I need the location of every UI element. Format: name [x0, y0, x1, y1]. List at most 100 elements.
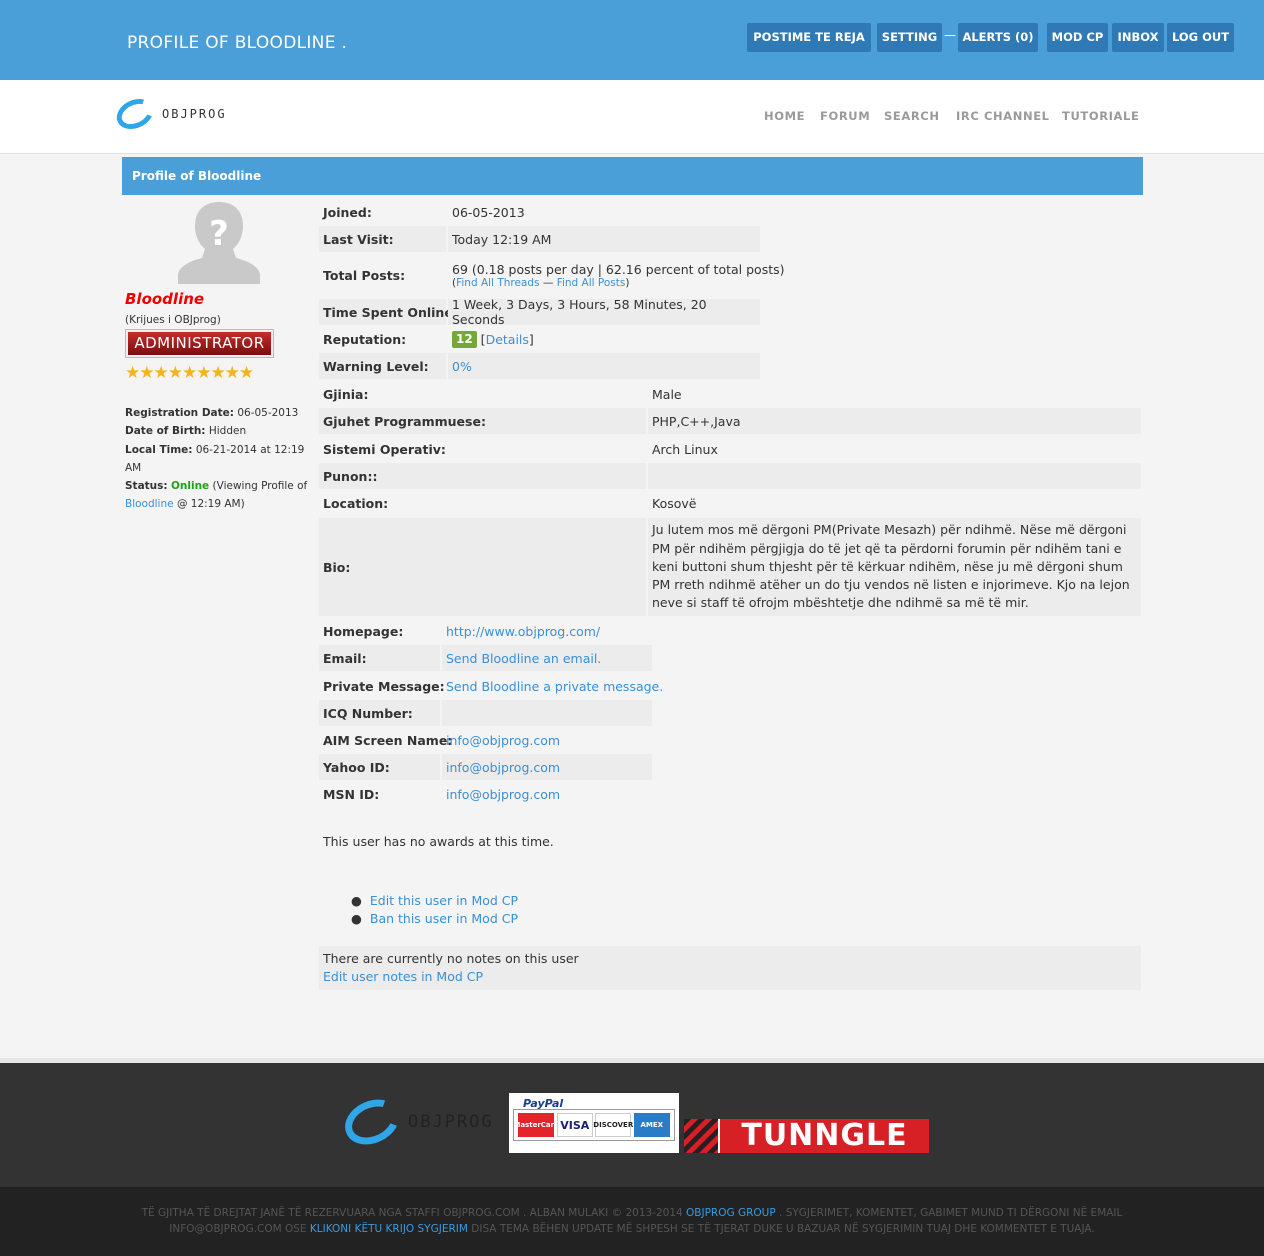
nav-irc-channel[interactable]: IRC CHANNEL: [956, 109, 1050, 123]
localtime-label: Local Time:: [125, 443, 193, 456]
group-badge-label: ADMINISTRATOR: [128, 332, 271, 355]
edit-user-modcp-link[interactable]: Edit this user in Mod CP: [370, 893, 518, 908]
stat-row-reputation: Reputation: 12 [Details]: [319, 326, 760, 352]
contact-value: [442, 700, 652, 726]
contact-row-aim: AIM Screen Name: info@objprog.com: [319, 727, 652, 753]
find-threads-link[interactable]: Find All Threads: [456, 277, 539, 289]
yahoo-link[interactable]: info@objprog.com: [446, 760, 560, 775]
notes-text: There are currently no notes on this use…: [323, 951, 579, 966]
field-row-languages: Gjuhet Programmuese: PHP,C++,Java: [319, 408, 1141, 434]
status-user-link[interactable]: Bloodline: [125, 498, 174, 510]
registration-value: 06-05-2013: [237, 407, 299, 419]
group-badge: ADMINISTRATOR: [125, 329, 274, 358]
reputation-details-link[interactable]: Details: [486, 332, 529, 347]
nav-home[interactable]: HOME: [764, 109, 805, 123]
status-activity: (Viewing Profile of: [212, 480, 308, 493]
aim-link[interactable]: info@objprog.com: [446, 733, 560, 748]
status-time: @ 12:19 AM): [176, 498, 245, 511]
field-row-work: Punon::: [319, 463, 1141, 489]
list-item: ● Edit this user in Mod CP: [351, 892, 518, 910]
tunngle-badge[interactable]: TUNNGLE: [684, 1119, 929, 1153]
contact-label: MSN ID:: [323, 786, 380, 802]
logo-ring-icon: [111, 93, 159, 135]
alerts-button[interactable]: ALERTS (0): [958, 23, 1038, 52]
nav-forum[interactable]: FORUM: [820, 109, 870, 123]
discover-icon: DISCOVER: [593, 1113, 633, 1137]
stat-label: Warning Level:: [319, 353, 446, 379]
stat-label: Last Visit:: [319, 226, 446, 252]
paypal-badge: PayPal MasterCard VISA DISCOVER AMEX: [509, 1093, 679, 1153]
site-logo[interactable]: OBJPROG: [111, 93, 227, 135]
homepage-link[interactable]: http://www.objprog.com/: [446, 624, 600, 639]
contact-value: Send Bloodline an email.: [442, 645, 652, 671]
logo-text: OBJPROG: [162, 107, 227, 121]
rank-stars-icon: ★★★★★★★★★: [125, 363, 254, 383]
email-link[interactable]: Send Bloodline an email.: [446, 651, 601, 666]
contact-row-icq: ICQ Number:: [319, 700, 652, 726]
user-details: Registration Date: 06-05-2013 Date of Bi…: [125, 404, 311, 514]
objprog-group-link[interactable]: OBJPROG GROUP: [686, 1207, 776, 1219]
field-label: Gjinia:: [323, 386, 369, 402]
stat-label: Time Spent Online:: [319, 299, 458, 325]
tunngle-text: TUNNGLE: [720, 1119, 929, 1153]
stat-label: Total Posts:: [323, 267, 406, 283]
posts-count: 69 (0.18 posts per day | 62.16 percent o…: [452, 261, 785, 277]
private-message-link[interactable]: Send Bloodline a private message.: [446, 679, 663, 694]
field-label: Location:: [323, 495, 389, 511]
reputation-badge: 12: [452, 330, 477, 348]
amex-icon: AMEX: [633, 1113, 670, 1137]
footer-logo[interactable]: OBJPROG: [337, 1091, 494, 1153]
edit-notes-link[interactable]: Edit user notes in Mod CP: [323, 969, 483, 984]
field-row-os: Sistemi Operativ: Arch Linux: [319, 436, 1141, 462]
field-label: Bio:: [319, 518, 646, 616]
bullet-icon: ●: [351, 911, 362, 926]
awards-text: This user has no awards at this time.: [323, 834, 554, 849]
nav-search[interactable]: SEARCH: [884, 109, 940, 123]
nav-tutoriale[interactable]: TUTORIALE: [1062, 109, 1139, 123]
copyright-text-3: DISA TEMA BËHEN UPDATE MË SHPESH SE TË T…: [471, 1223, 1095, 1235]
mod-cp-button[interactable]: MOD CP: [1047, 23, 1108, 52]
new-posts-button[interactable]: POSTIME TE REJA: [747, 23, 871, 52]
contact-value: http://www.objprog.com/: [442, 618, 652, 644]
contact-label: ICQ Number:: [319, 700, 440, 726]
registration-label: Registration Date:: [125, 407, 234, 419]
logo-ring-icon: [337, 1091, 407, 1153]
logo-text: OBJPROG: [408, 1112, 494, 1132]
username: Bloodline: [125, 290, 205, 308]
stat-label: Joined:: [323, 204, 372, 220]
logout-button[interactable]: LOG OUT: [1167, 23, 1234, 52]
contact-row-yahoo: Yahoo ID: info@objprog.com: [319, 754, 652, 780]
find-sep: —: [542, 276, 554, 289]
copyright-text: TË GJITHA TË DREJTAT JANË TË REZERVUARA …: [141, 1207, 683, 1219]
user-notes: There are currently no notes on this use…: [319, 946, 1141, 990]
tunngle-logo-icon: [684, 1119, 718, 1153]
field-label: Sistemi Operativ:: [323, 441, 446, 457]
contact-row-homepage: Homepage: http://www.objprog.com/: [319, 618, 652, 644]
contact-label: AIM Screen Name:: [323, 732, 453, 748]
field-value: Arch Linux: [652, 441, 718, 457]
bullet-icon: ●: [351, 893, 362, 908]
msn-link[interactable]: info@objprog.com: [446, 787, 560, 802]
nav-bar: OBJPROG HOME FORUM SEARCH IRC CHANNEL TU…: [0, 80, 1264, 154]
list-item: ● Ban this user in Mod CP: [351, 910, 518, 928]
suggestion-link[interactable]: KLIKONI KËTU KRIJO SYGJERIM: [310, 1223, 468, 1235]
modcp-links: ● Edit this user in Mod CP ● Ban this us…: [351, 892, 518, 928]
stat-value: 06-05-2013: [452, 204, 525, 220]
svg-text:?: ?: [209, 214, 229, 254]
stat-row-joined: Joined: 06-05-2013: [319, 199, 760, 225]
stat-row-online: Time Spent Online: 1 Week, 3 Days, 3 Hou…: [319, 297, 760, 327]
inbox-button[interactable]: INBOX: [1112, 23, 1164, 52]
contact-label: Private Message:: [323, 678, 445, 694]
field-row-bio: Bio: Ju lutem mos më dërgoni PM(Private …: [319, 518, 1141, 616]
stat-row-last-visit: Last Visit: Today 12:19 AM: [319, 226, 760, 252]
field-row-gender: Gjinia: Male: [319, 381, 1141, 407]
find-posts-link[interactable]: Find All Posts: [557, 277, 626, 289]
copyright: TË GJITHA TË DREJTAT JANË TË REZERVUARA …: [120, 1205, 1144, 1237]
default-avatar-icon: ?: [178, 202, 260, 284]
ban-user-modcp-link[interactable]: Ban this user in Mod CP: [370, 911, 518, 926]
settings-button[interactable]: SETTING: [877, 23, 942, 52]
contact-label: Email:: [319, 645, 440, 671]
contact-value: Send Bloodline a private message.: [442, 673, 672, 699]
warning-level-link[interactable]: 0%: [452, 359, 472, 374]
mastercard-icon: MasterCard: [513, 1113, 559, 1137]
